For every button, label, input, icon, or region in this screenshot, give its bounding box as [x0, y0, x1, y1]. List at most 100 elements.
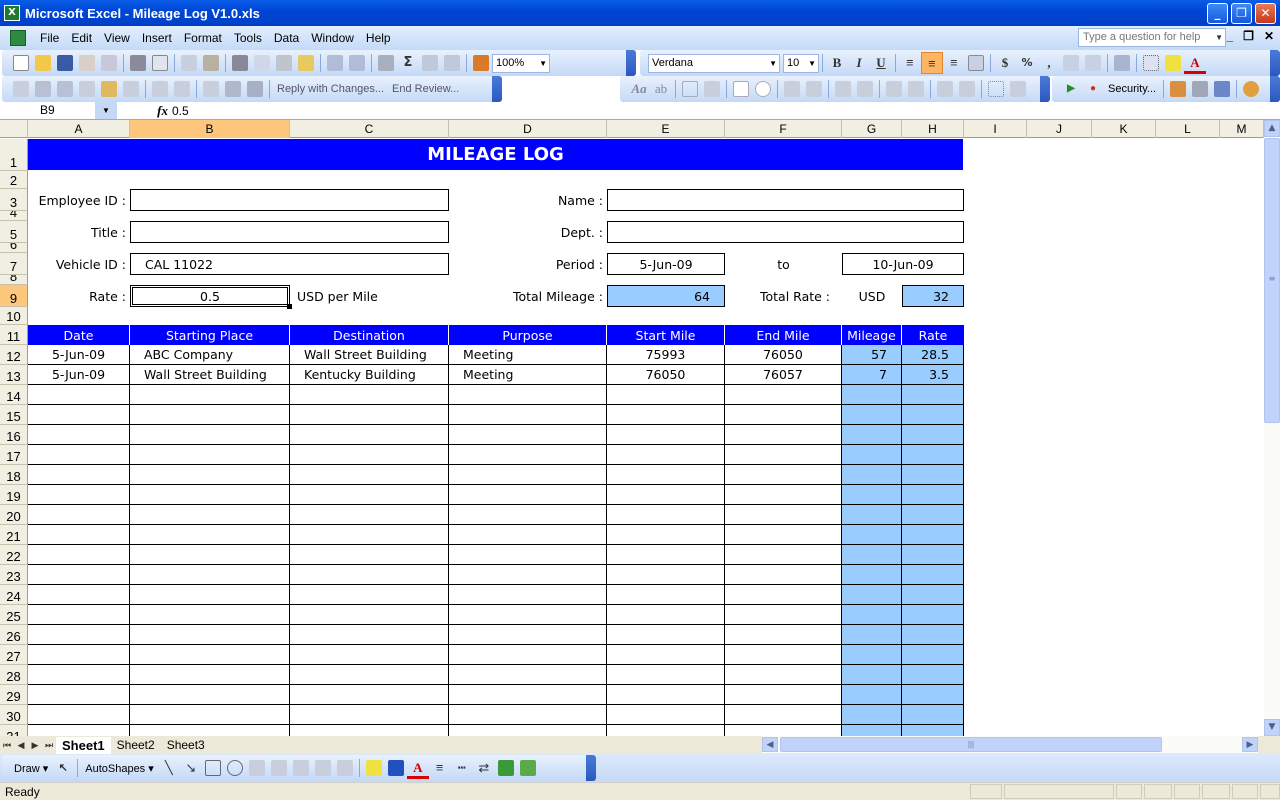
- autoshapes-menu-button[interactable]: AutoShapes ▾: [85, 762, 154, 775]
- track-changes-icon[interactable]: [152, 81, 168, 97]
- table-cell-start-mile[interactable]: [607, 525, 725, 545]
- name-field[interactable]: [607, 189, 964, 211]
- table-cell-starting-place[interactable]: [130, 425, 290, 445]
- table-cell-end-mile[interactable]: [725, 505, 842, 525]
- italic-button[interactable]: I: [848, 52, 870, 74]
- font-color-icon[interactable]: A: [406, 757, 429, 779]
- table-cell-rate[interactable]: [902, 425, 964, 445]
- table-cell-mileage[interactable]: [842, 465, 902, 485]
- clip-art-icon[interactable]: [314, 760, 331, 776]
- chart-wizard-icon[interactable]: [473, 55, 489, 71]
- row-header-13[interactable]: 13: [0, 365, 28, 385]
- table-cell-mileage[interactable]: [842, 585, 902, 605]
- row-header-9[interactable]: 9: [0, 285, 28, 307]
- hyperlink-icon[interactable]: [378, 55, 394, 71]
- draw-menu-button[interactable]: Draw ▾: [14, 762, 48, 775]
- arrow-icon[interactable]: ↘: [180, 757, 202, 779]
- menu-insert[interactable]: Insert: [136, 31, 178, 45]
- currency-icon[interactable]: $: [994, 52, 1016, 74]
- table-cell-start-mile[interactable]: [607, 585, 725, 605]
- last-sheet-icon[interactable]: ⏭: [42, 740, 56, 751]
- column-header-b[interactable]: B: [130, 120, 290, 138]
- vertical-scrollbar[interactable]: ▲ ≡ ▼: [1264, 120, 1280, 736]
- table-cell-rate[interactable]: [902, 565, 964, 585]
- chevron-down-icon[interactable]: ▼: [95, 102, 117, 119]
- chevron-down-icon[interactable]: ▼: [1215, 29, 1223, 46]
- table-cell-destination[interactable]: [290, 485, 449, 505]
- table-cell-mileage[interactable]: [842, 705, 902, 725]
- record-macro-icon[interactable]: ●: [1082, 78, 1104, 100]
- align-right-icon[interactable]: ≡: [943, 52, 965, 74]
- row-header-15[interactable]: 15: [0, 405, 28, 425]
- row-header-24[interactable]: 24: [0, 585, 28, 605]
- workbook-icon[interactable]: [10, 30, 26, 46]
- table-cell-start-mile[interactable]: [607, 685, 725, 705]
- table-cell-rate[interactable]: [902, 625, 964, 645]
- table-cell-starting-place[interactable]: [130, 465, 290, 485]
- table-cell-starting-place[interactable]: Wall Street Building: [130, 365, 290, 385]
- table-cell-date[interactable]: [28, 665, 130, 685]
- table-cell-purpose[interactable]: [449, 605, 607, 625]
- table-cell-destination[interactable]: [290, 525, 449, 545]
- group-box-icon[interactable]: [682, 81, 698, 97]
- select-all-button[interactable]: [0, 120, 28, 138]
- scroll-left-icon[interactable]: ◀: [762, 737, 778, 752]
- run-macro-icon[interactable]: ▶: [1060, 78, 1082, 100]
- period-end-field[interactable]: 10-Jun-09: [842, 253, 964, 275]
- table-cell-mileage[interactable]: [842, 425, 902, 445]
- table-cell-purpose[interactable]: [449, 645, 607, 665]
- table-cell-rate[interactable]: [902, 545, 964, 565]
- edit-code-icon[interactable]: [959, 81, 975, 97]
- table-cell-start-mile[interactable]: [607, 485, 725, 505]
- column-header-k[interactable]: K: [1092, 120, 1156, 138]
- align-left-icon[interactable]: ≡: [899, 52, 921, 74]
- text-box-icon[interactable]: [248, 760, 265, 776]
- column-header-e[interactable]: E: [607, 120, 725, 138]
- table-cell-end-mile[interactable]: [725, 665, 842, 685]
- table-cell-purpose[interactable]: [449, 545, 607, 565]
- table-cell-mileage[interactable]: [842, 625, 902, 645]
- rate-field[interactable]: 0.5: [130, 285, 290, 307]
- increase-decimal-icon[interactable]: [1063, 55, 1079, 71]
- table-cell-mileage[interactable]: [842, 565, 902, 585]
- table-cell-end-mile[interactable]: [725, 625, 842, 645]
- font-select[interactable]: Verdana ▼: [648, 53, 780, 73]
- table-cell-end-mile[interactable]: 76057: [725, 365, 842, 385]
- row-header-3[interactable]: 3: [0, 189, 28, 211]
- column-header-g[interactable]: G: [842, 120, 902, 138]
- table-cell-end-mile[interactable]: [725, 465, 842, 485]
- column-header-h[interactable]: H: [902, 120, 964, 138]
- doc-close-button[interactable]: ✕: [1264, 29, 1274, 43]
- table-cell-rate[interactable]: [902, 645, 964, 665]
- table-cell-rate[interactable]: [902, 705, 964, 725]
- table-cell-date[interactable]: [28, 425, 130, 445]
- menu-tools[interactable]: Tools: [228, 31, 268, 45]
- row-header-2[interactable]: 2: [0, 171, 28, 189]
- reply-with-changes-button[interactable]: Reply with Changes...: [277, 83, 384, 95]
- table-cell-date[interactable]: [28, 605, 130, 625]
- table-cell-starting-place[interactable]: [130, 725, 290, 736]
- comma-style-icon[interactable]: ,: [1038, 52, 1060, 74]
- fill-handle[interactable]: [287, 304, 292, 309]
- autosum-icon[interactable]: Σ: [397, 52, 419, 74]
- table-cell-starting-place[interactable]: [130, 585, 290, 605]
- table-cell-purpose[interactable]: Meeting: [449, 345, 607, 365]
- save-icon[interactable]: [57, 55, 73, 71]
- table-cell-date[interactable]: [28, 505, 130, 525]
- table-cell-purpose[interactable]: [449, 425, 607, 445]
- table-cell-starting-place[interactable]: [130, 445, 290, 465]
- table-cell-purpose[interactable]: [449, 385, 607, 405]
- table-cell-destination[interactable]: [290, 405, 449, 425]
- row-header-5[interactable]: 5: [0, 221, 28, 243]
- new-comment-icon[interactable]: [13, 81, 29, 97]
- print-icon[interactable]: [130, 55, 146, 71]
- table-cell-purpose[interactable]: [449, 565, 607, 585]
- line-color-icon[interactable]: [387, 760, 404, 776]
- table-cell-start-mile[interactable]: [607, 425, 725, 445]
- restore-button[interactable]: ❐: [1231, 3, 1252, 24]
- row-header-4[interactable]: 4: [0, 211, 28, 221]
- table-cell-start-mile[interactable]: [607, 445, 725, 465]
- option-button-icon[interactable]: [755, 81, 771, 97]
- column-header-l[interactable]: L: [1156, 120, 1220, 138]
- table-cell-start-mile[interactable]: [607, 385, 725, 405]
